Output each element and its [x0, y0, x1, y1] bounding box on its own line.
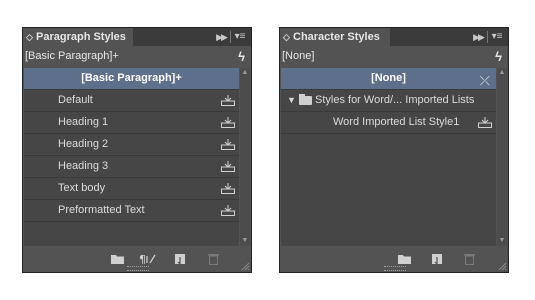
imported-style-icon: [221, 117, 235, 128]
scroll-up-icon[interactable]: ▲: [240, 68, 250, 78]
folder-icon: [299, 94, 312, 105]
folder-icon[interactable]: [398, 253, 411, 265]
style-label: Heading 2: [58, 138, 109, 150]
panel-bottom-toolbar: [280, 246, 508, 272]
current-style-bar: [Basic Paragraph]+ ϟ: [23, 46, 251, 67]
list-item-word-imported-list-style1[interactable]: Word Imported List Style1: [281, 112, 496, 134]
list-item-heading-3[interactable]: Heading 3: [24, 156, 239, 178]
panel-menu-icon[interactable]: ▾≡: [489, 28, 505, 46]
style-list: [Basic Paragraph]+ Default Heading 1 Hea…: [24, 68, 239, 246]
paragraph-styles-panel: ◇ Paragraph Styles ▶▶ ▾≡ [Basic Paragrap…: [22, 27, 252, 273]
style-label: Heading 3: [58, 160, 109, 172]
svg-text:¶: ¶: [139, 253, 146, 265]
divider: [230, 31, 231, 43]
current-style-bar: [None] ϟ: [280, 46, 508, 67]
panel-tab-bar: ◇ Character Styles ▶▶ ▾≡: [280, 28, 508, 46]
list-item-basic-paragraph[interactable]: [Basic Paragraph]+: [24, 68, 239, 90]
style-list: [None] ⤫ ▼ Styles for Word/... Imported …: [281, 68, 496, 246]
character-styles-panel: ◇ Character Styles ▶▶ ▾≡ [None] ϟ [None]…: [279, 27, 509, 273]
imported-style-icon: [221, 205, 235, 216]
panel-menu-icon[interactable]: ▾≡: [232, 28, 248, 46]
expand-collapse-icon[interactable]: ◇: [283, 28, 290, 46]
group-label: Styles for Word/... Imported Lists: [315, 94, 475, 106]
imported-style-icon: [221, 183, 235, 194]
list-item-heading-1[interactable]: Heading 1: [24, 112, 239, 134]
disclosure-triangle-icon[interactable]: ▼: [287, 90, 296, 111]
panel-resize-grip[interactable]: [384, 266, 406, 271]
clear-overrides-icon[interactable]: ¶: [139, 253, 157, 265]
collapse-panel-icon[interactable]: ▶▶: [213, 28, 229, 46]
quick-apply-icon[interactable]: ϟ: [495, 47, 502, 66]
resize-corner-icon[interactable]: [498, 262, 507, 271]
new-style-icon[interactable]: [431, 253, 443, 265]
list-item-heading-2[interactable]: Heading 2: [24, 134, 239, 156]
panel-resize-grip[interactable]: [127, 266, 149, 271]
style-label: Preformatted Text: [58, 204, 145, 216]
no-edit-icon: ⤫: [479, 73, 490, 88]
tab-character-styles[interactable]: ◇ Character Styles: [280, 28, 390, 46]
list-item-style-group[interactable]: ▼ Styles for Word/... Imported Lists: [281, 90, 496, 112]
current-style-label: [None]: [282, 50, 315, 62]
style-label: Text body: [58, 182, 106, 194]
tab-label: Paragraph Styles: [36, 31, 126, 43]
collapse-panel-icon[interactable]: ▶▶: [470, 28, 486, 46]
folder-icon[interactable]: [111, 253, 124, 265]
scrollbar[interactable]: ▲ ▼: [497, 68, 507, 246]
imported-style-icon: [478, 117, 492, 128]
imported-style-icon: [221, 139, 235, 150]
list-item-preformatted-text[interactable]: Preformatted Text: [24, 200, 239, 222]
imported-style-icon: [221, 95, 235, 106]
list-item-default[interactable]: Default: [24, 90, 239, 112]
scrollbar[interactable]: ▲ ▼: [240, 68, 250, 246]
list-item-text-body[interactable]: Text body: [24, 178, 239, 200]
list-item-none[interactable]: [None] ⤫: [281, 68, 496, 90]
style-label: Default: [58, 94, 93, 106]
trash-icon[interactable]: [208, 253, 219, 265]
scroll-up-icon[interactable]: ▲: [497, 68, 507, 78]
scroll-down-icon[interactable]: ▼: [497, 236, 507, 246]
imported-style-icon: [221, 161, 235, 172]
new-style-icon[interactable]: [174, 253, 186, 265]
expand-collapse-icon[interactable]: ◇: [26, 28, 33, 46]
quick-apply-icon[interactable]: ϟ: [238, 47, 245, 66]
style-label: [None]: [371, 72, 406, 84]
scroll-down-icon[interactable]: ▼: [240, 236, 250, 246]
style-label: Heading 1: [58, 116, 109, 128]
resize-corner-icon[interactable]: [241, 262, 250, 271]
panel-tab-bar: ◇ Paragraph Styles ▶▶ ▾≡: [23, 28, 251, 46]
tab-label: Character Styles: [293, 31, 380, 43]
style-label: Word Imported List Style1: [333, 116, 460, 128]
trash-icon[interactable]: [464, 253, 475, 265]
divider: [487, 31, 488, 43]
style-label: [Basic Paragraph]+: [81, 72, 182, 84]
panel-bottom-toolbar: ¶: [23, 246, 251, 272]
tab-paragraph-styles[interactable]: ◇ Paragraph Styles: [23, 28, 133, 46]
current-style-label: [Basic Paragraph]+: [25, 50, 119, 62]
